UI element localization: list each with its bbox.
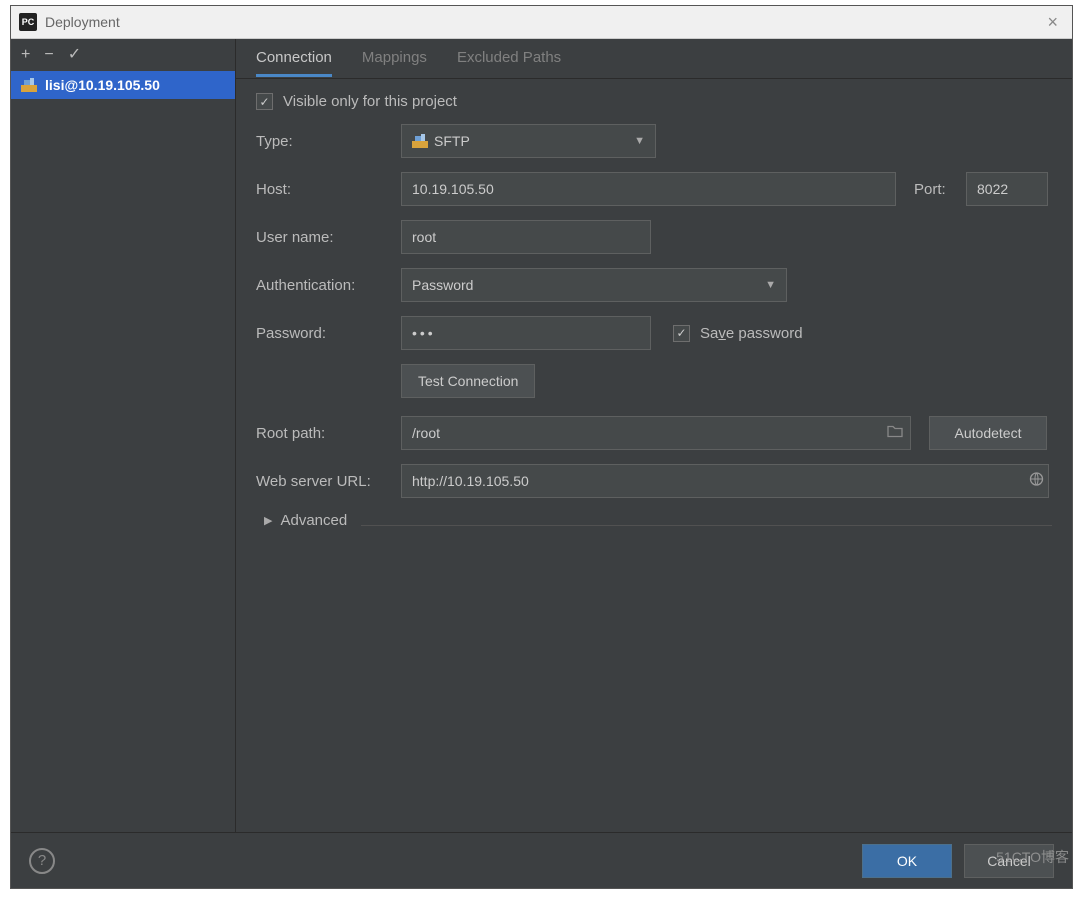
tab-excluded-paths[interactable]: Excluded Paths [457, 40, 561, 77]
app-icon: PC [19, 13, 37, 31]
connection-form: ✓ Visible only for this project Type: SF… [236, 79, 1072, 526]
password-input[interactable] [401, 316, 651, 350]
advanced-toggle[interactable]: ▶ Advanced [256, 512, 1052, 529]
main-panel: Connection Mappings Excluded Paths ✓ Vis… [236, 39, 1072, 832]
autodetect-button[interactable]: Autodetect [929, 416, 1047, 450]
auth-label: Authentication: [256, 277, 401, 294]
sidebar-item-label: lisi@10.19.105.50 [45, 77, 160, 93]
auth-combo[interactable]: Password ▼ [401, 268, 787, 302]
username-label: User name: [256, 229, 401, 246]
test-connection-button[interactable]: Test Connection [401, 364, 535, 398]
globe-icon[interactable] [1029, 472, 1044, 491]
close-icon[interactable]: × [1041, 12, 1064, 33]
chevron-down-icon: ▼ [634, 135, 645, 147]
save-password-label: Save password [700, 325, 803, 342]
add-icon[interactable]: + [21, 47, 30, 63]
chevron-down-icon: ▼ [765, 279, 776, 291]
sftp-icon [412, 134, 428, 148]
type-label: Type: [256, 133, 401, 150]
tab-connection[interactable]: Connection [256, 40, 332, 77]
folder-icon[interactable] [887, 425, 903, 442]
window-title: Deployment [45, 14, 1041, 30]
ok-button[interactable]: OK [862, 844, 952, 878]
remove-icon[interactable]: − [44, 47, 53, 63]
advanced-label: Advanced [280, 512, 347, 529]
divider [361, 525, 1052, 526]
type-value: SFTP [434, 133, 470, 149]
cancel-button[interactable]: Cancel [964, 844, 1054, 878]
titlebar: PC Deployment × [11, 6, 1072, 39]
tab-mappings[interactable]: Mappings [362, 40, 427, 77]
sidebar-toolbar: + − ✓ [11, 39, 235, 71]
deployment-dialog: PC Deployment × + − ✓ lisi@10.19.105.50 … [10, 5, 1073, 889]
sftp-server-icon [21, 78, 37, 92]
web-url-input[interactable] [401, 464, 1049, 498]
tabs: Connection Mappings Excluded Paths [236, 39, 1072, 79]
sidebar-item-server[interactable]: lisi@10.19.105.50 [11, 71, 235, 99]
type-combo[interactable]: SFTP ▼ [401, 124, 656, 158]
visible-only-label: Visible only for this project [283, 93, 457, 110]
triangle-right-icon: ▶ [264, 514, 272, 527]
dialog-footer: ? OK Cancel [11, 832, 1072, 888]
root-path-input[interactable] [401, 416, 911, 450]
web-url-label: Web server URL: [256, 473, 401, 490]
visible-only-checkbox[interactable]: ✓ [256, 93, 273, 110]
port-label: Port: [914, 181, 966, 198]
username-input[interactable] [401, 220, 651, 254]
help-icon[interactable]: ? [29, 848, 55, 874]
password-label: Password: [256, 325, 401, 342]
save-password-checkbox[interactable]: ✓ [673, 325, 690, 342]
auth-value: Password [412, 277, 473, 293]
root-path-label: Root path: [256, 425, 401, 442]
host-input[interactable] [401, 172, 896, 206]
check-icon[interactable]: ✓ [68, 47, 81, 63]
host-label: Host: [256, 181, 401, 198]
port-input[interactable] [966, 172, 1048, 206]
sidebar: + − ✓ lisi@10.19.105.50 [11, 39, 236, 832]
